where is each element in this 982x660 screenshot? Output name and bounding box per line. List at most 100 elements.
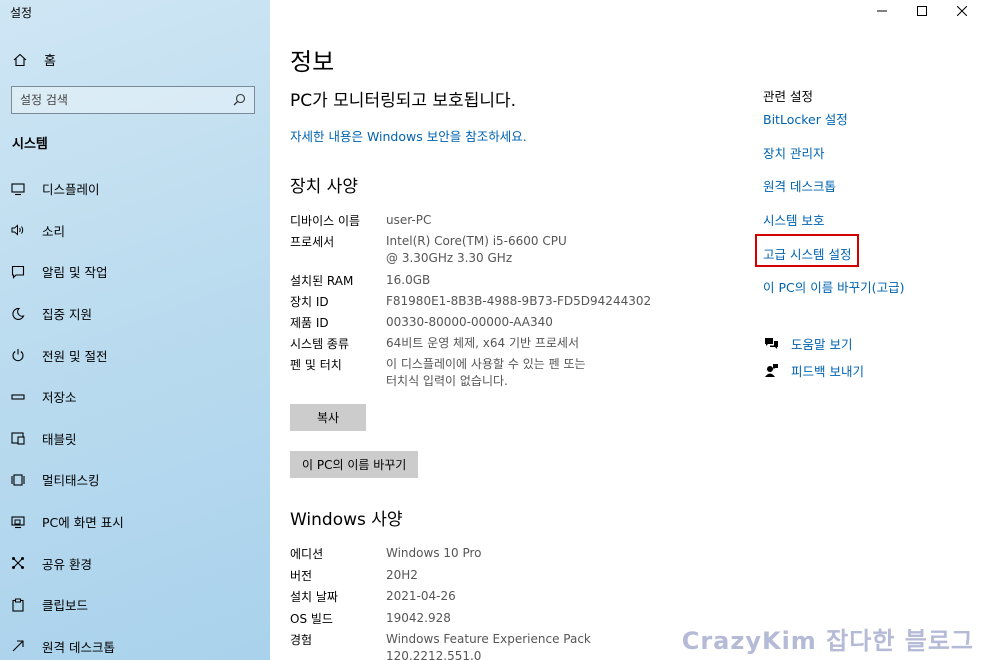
sidebar-item-label: PC에 화면 표시 [42,515,124,531]
sidebar-item-notifications[interactable]: 알림 및 작업 [10,251,260,293]
window-controls [862,0,982,22]
remote-desktop-link[interactable]: 원격 데스크톱 [763,176,836,195]
spec-key: 시스템 종류 [290,337,350,351]
spec-value: 16.0GB [386,273,431,287]
device-spec-heading: 장치 사양 [290,177,358,197]
notification-icon [10,264,26,280]
close-button[interactable] [942,0,982,22]
spec-row: 에디션 Windows 10 Pro [290,545,690,567]
sidebar-item-sound[interactable]: 소리 [10,210,260,252]
spec-row: 장치 ID F81980E1-8B3B-4988-9B73-FD5D942443… [290,293,690,314]
sidebar-item-label: 멀티태스킹 [42,473,100,489]
spec-key: 장치 ID [290,295,329,309]
spec-row: OS 빌드 19042.928 [290,610,690,632]
main-content: 정보 PC가 모니터링되고 보호됩니다. 자세한 내용은 Windows 보안을… [290,0,710,660]
remote-icon [10,638,26,654]
home-icon [12,52,28,68]
search-box[interactable] [11,86,255,114]
rename-pc-button[interactable]: 이 PC의 이름 바꾸기 [290,451,419,478]
spec-key: 제품 ID [290,316,329,330]
spec-key: 펜 및 터치 [290,358,342,372]
advanced-system-settings-link[interactable]: 고급 시스템 설정 [763,244,851,263]
sidebar-item-clipboard[interactable]: 클립보드 [10,584,260,626]
speaker-icon [10,222,26,238]
spec-row: 프로세서 Intel(R) Core(TM) i5-6600 CPU @ 3.3… [290,233,690,272]
feedback-icon [763,363,779,379]
sidebar-item-project[interactable]: PC에 화면 표시 [10,501,260,543]
monitor-icon [10,181,26,197]
bitlocker-settings-link[interactable]: BitLocker 설정 [763,109,848,128]
blog-watermark: CrazyKim 잡다한 블로그 [681,627,974,655]
get-help-link[interactable]: 도움말 보기 [763,334,852,353]
window-title: 설정 [10,6,33,20]
spec-key: 버전 [290,568,313,583]
device-spec-table: 디바이스 이름 user-PC 프로세서 Intel(R) Core(TM) i… [290,212,690,396]
protection-status: PC가 모니터링되고 보호됩니다. [290,91,517,111]
sidebar-item-shared-experiences[interactable]: 공유 환경 [10,542,260,584]
sidebar-item-display[interactable]: 디스플레이 [10,168,260,210]
minimize-button[interactable] [862,0,902,22]
spec-row: 제품 ID 00330-80000-00000-AA340 [290,314,690,335]
project-icon [10,514,26,530]
sidebar-item-multitasking[interactable]: 멀티태스킹 [10,459,260,501]
related-settings-title: 관련 설정 [763,89,813,104]
home-nav-item[interactable]: 홈 [12,50,56,69]
search-input[interactable] [20,93,233,107]
spec-key: OS 빌드 [290,611,333,626]
windows-spec-heading: Windows 사양 [290,510,403,530]
sidebar-item-label: 알림 및 작업 [42,265,108,281]
power-icon [10,347,26,363]
share-icon [10,555,26,571]
spec-row: 설치 날짜 2021-04-26 [290,588,690,610]
device-manager-link[interactable]: 장치 관리자 [763,143,824,162]
spec-value: Intel(R) Core(TM) i5-6600 CPU @ 3.30GHz … [386,234,567,265]
sidebar-item-label: 소리 [42,223,66,239]
sidebar-item-label: 집중 지원 [42,307,92,323]
spec-row: 경험 Windows Feature Experience Pack 120.2… [290,631,690,660]
sidebar-item-label: 디스플레이 [42,182,100,198]
minimize-icon [877,10,887,12]
storage-icon [10,389,26,405]
maximize-icon [917,6,927,16]
spec-value: Windows 10 Pro [386,546,482,560]
spec-key: 설치된 RAM [290,274,354,288]
tablet-icon [10,430,26,446]
clipboard-icon [10,597,26,613]
spec-value: Windows Feature Experience Pack 120.2212… [386,632,591,660]
maximize-button[interactable] [902,0,942,22]
spec-key: 경험 [290,633,313,648]
give-feedback-label: 피드백 보내기 [791,364,864,379]
sidebar-item-power[interactable]: 전원 및 절전 [10,334,260,376]
spec-key: 에디션 [290,547,324,561]
give-feedback-link[interactable]: 피드백 보내기 [763,361,864,380]
sidebar-item-storage[interactable]: 저장소 [10,376,260,418]
spec-value: 00330-80000-00000-AA340 [386,315,553,329]
system-protection-link[interactable]: 시스템 보호 [763,210,824,229]
spec-row: 설치된 RAM 16.0GB [290,272,690,293]
spec-key: 프로세서 [290,235,335,249]
spec-value: 2021-04-26 [386,589,456,604]
spec-value: user-PC [386,213,432,227]
sidebar-item-focus-assist[interactable]: 집중 지원 [10,293,260,335]
windows-security-link[interactable]: 자세한 내용은 Windows 보안을 참조하세요. [290,126,527,145]
sidebar-item-label: 전원 및 절전 [42,348,108,364]
sidebar-item-tablet[interactable]: 태블릿 [10,418,260,460]
sidebar-section-title: 시스템 [12,137,48,152]
spec-row: 버전 20H2 [290,567,690,589]
search-icon[interactable] [233,91,246,110]
spec-row: 시스템 종류 64비트 운영 체제, x64 기반 프로세서 [290,335,690,356]
copy-button[interactable]: 복사 [290,404,366,431]
sidebar-nav: 디스플레이 소리 알림 및 작업 집중 지원 전원 및 절전 저장소 태블릿 멀… [10,168,260,660]
spec-row: 펜 및 터치 이 디스플레이에 사용할 수 있는 펜 또는 터치식 입력이 없습… [290,356,690,396]
help-icon [763,336,779,352]
spec-row: 디바이스 이름 user-PC [290,212,690,233]
spec-key: 디바이스 이름 [290,214,361,228]
sidebar-item-remote-desktop[interactable]: 원격 데스크톱 [10,626,260,660]
spec-value: 20H2 [386,567,418,582]
windows-spec-table: 에디션 Windows 10 Pro 버전 20H2 설치 날짜 2021-04… [290,545,690,660]
rename-pc-advanced-link[interactable]: 이 PC의 이름 바꾸기(고급) [763,277,904,296]
sidebar-item-label: 저장소 [42,390,77,406]
spec-value: 64비트 운영 체제, x64 기반 프로세서 [386,336,580,350]
spec-value: F81980E1-8B3B-4988-9B73-FD5D94244302 [386,294,652,308]
multitask-icon [10,472,26,488]
